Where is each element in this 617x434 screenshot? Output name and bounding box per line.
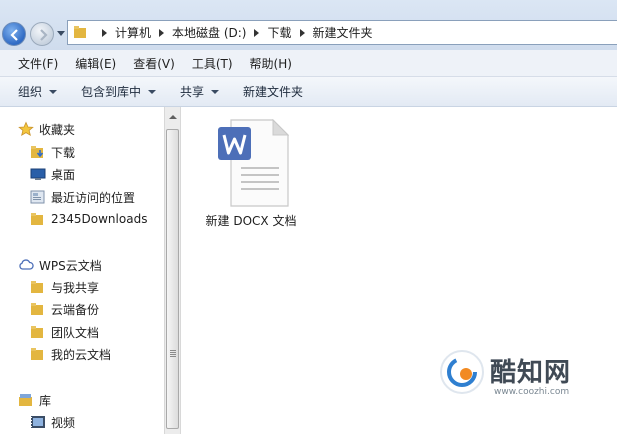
menu-tools[interactable]: 工具(T) [192,55,233,72]
watermark-url: www.coozhi.com [494,387,570,397]
sidebar-item-label: 团队文档 [51,325,100,340]
recent-pages-dropdown[interactable] [57,31,65,36]
wps-writer-doc-icon [218,119,289,207]
breadcrumb-computer[interactable]: 计算机 [115,24,151,41]
navigation-pane: 收藏夹 下载 桌面 最近访问的位置 2345Downloads WPS云文档 与… [0,107,164,434]
sidebar-item-videos[interactable]: 视频 [30,412,75,432]
breadcrumb-new-folder[interactable]: 新建文件夹 [313,24,373,41]
video-icon [31,416,45,428]
site-watermark: 酷知网 www.coozhi.com [440,342,598,412]
include-in-library-button[interactable]: 包含到库中 [81,83,157,100]
share-button[interactable]: 共享 [180,83,220,100]
library-icon [19,394,32,406]
desktop-icon [30,168,46,180]
cloud-icon [19,259,34,270]
command-toolbar: 组织 包含到库中 共享 新建文件夹 [0,77,617,107]
sidebar-item-team-docs[interactable]: 团队文档 [30,322,99,342]
breadcrumb-downloads[interactable]: 下载 [267,24,291,41]
sidebar-item-label: 最近访问的位置 [51,190,136,205]
recent-places-icon [30,190,45,204]
organize-label: 组织 [18,85,43,99]
sidebar-item-label: 与我共享 [51,280,100,295]
include-in-library-label: 包含到库中 [81,85,142,99]
sidebar-item-label: 桌面 [51,167,76,182]
sidebar-item-label: 视频 [51,415,76,430]
sidebar-item-shared-with-me[interactable]: 与我共享 [30,277,99,297]
sidebar-item-recent-places[interactable]: 最近访问的位置 [30,187,135,207]
star-icon [18,121,34,137]
menu-bar: 文件(F) 编辑(E) 查看(V) 工具(T) 帮助(H) [0,50,617,77]
scrollbar-thumb[interactable] [166,129,179,429]
menu-help[interactable]: 帮助(H) [250,55,292,72]
grip-icon [170,350,176,357]
menu-file[interactable]: 文件(F) [18,55,58,72]
sidebar-item-label: 2345Downloads [51,212,148,226]
sidebar-item-label: 我的云文档 [51,347,112,362]
arrow-right-icon [40,29,48,41]
folder-icon [31,213,43,225]
sidebar-item-desktop[interactable]: 桌面 [30,164,75,184]
chevron-down-icon [148,89,157,94]
file-item[interactable]: 新建 DOCX 文档 [201,119,301,229]
folder-icon [74,26,86,38]
chevron-down-icon [211,89,220,94]
scroll-up-icon[interactable] [169,115,177,119]
sidebar-item-label: 下载 [51,145,76,160]
breadcrumb-separator[interactable] [102,28,107,37]
sidebar-wps-header[interactable]: WPS云文档 [18,255,102,275]
address-box[interactable]: 计算机 本地磁盘 (D:) 下载 新建文件夹 [67,20,617,45]
menu-view[interactable]: 查看(V) [133,55,175,72]
folder-icon [31,326,43,338]
sidebar-favorites-label: 收藏夹 [39,122,76,137]
sidebar-scrollbar[interactable] [164,107,181,434]
forward-button[interactable] [30,22,54,46]
share-label: 共享 [180,85,205,99]
sidebar-item-my-cloud-docs[interactable]: 我的云文档 [30,344,111,364]
breadcrumb-local-disk[interactable]: 本地磁盘 (D:) [172,24,246,41]
menu-edit[interactable]: 编辑(E) [75,55,116,72]
coozhi-logo-icon [440,350,484,394]
breadcrumb-separator[interactable] [299,28,305,37]
new-folder-label: 新建文件夹 [243,85,304,99]
folder-icon [31,303,43,315]
file-name: 新建 DOCX 文档 [205,214,297,228]
watermark-title: 酷知网 [490,358,572,388]
back-button[interactable] [2,22,26,46]
new-folder-button[interactable]: 新建文件夹 [243,83,303,100]
organize-button[interactable]: 组织 [18,83,58,100]
folder-icon [31,281,43,293]
sidebar-favorites-header[interactable]: 收藏夹 [18,119,75,139]
address-bar-row: 计算机 本地磁盘 (D:) 下载 新建文件夹 [0,0,617,50]
folder-icon [31,348,43,360]
sidebar-wps-label: WPS云文档 [39,258,102,273]
sidebar-item-cloud-backup[interactable]: 云端备份 [30,299,99,319]
sidebar-item-label: 云端备份 [51,302,100,317]
sidebar-libraries-label: 库 [39,393,52,408]
chevron-down-icon [49,89,58,94]
sidebar-item-2345downloads[interactable]: 2345Downloads [30,209,147,229]
breadcrumb-separator[interactable] [159,28,165,37]
downloads-folder-icon [31,146,44,158]
breadcrumb-separator[interactable] [254,28,260,37]
arrow-left-icon [10,29,18,41]
sidebar-item-downloads[interactable]: 下载 [30,142,75,162]
sidebar-libraries-header[interactable]: 库 [18,390,51,410]
